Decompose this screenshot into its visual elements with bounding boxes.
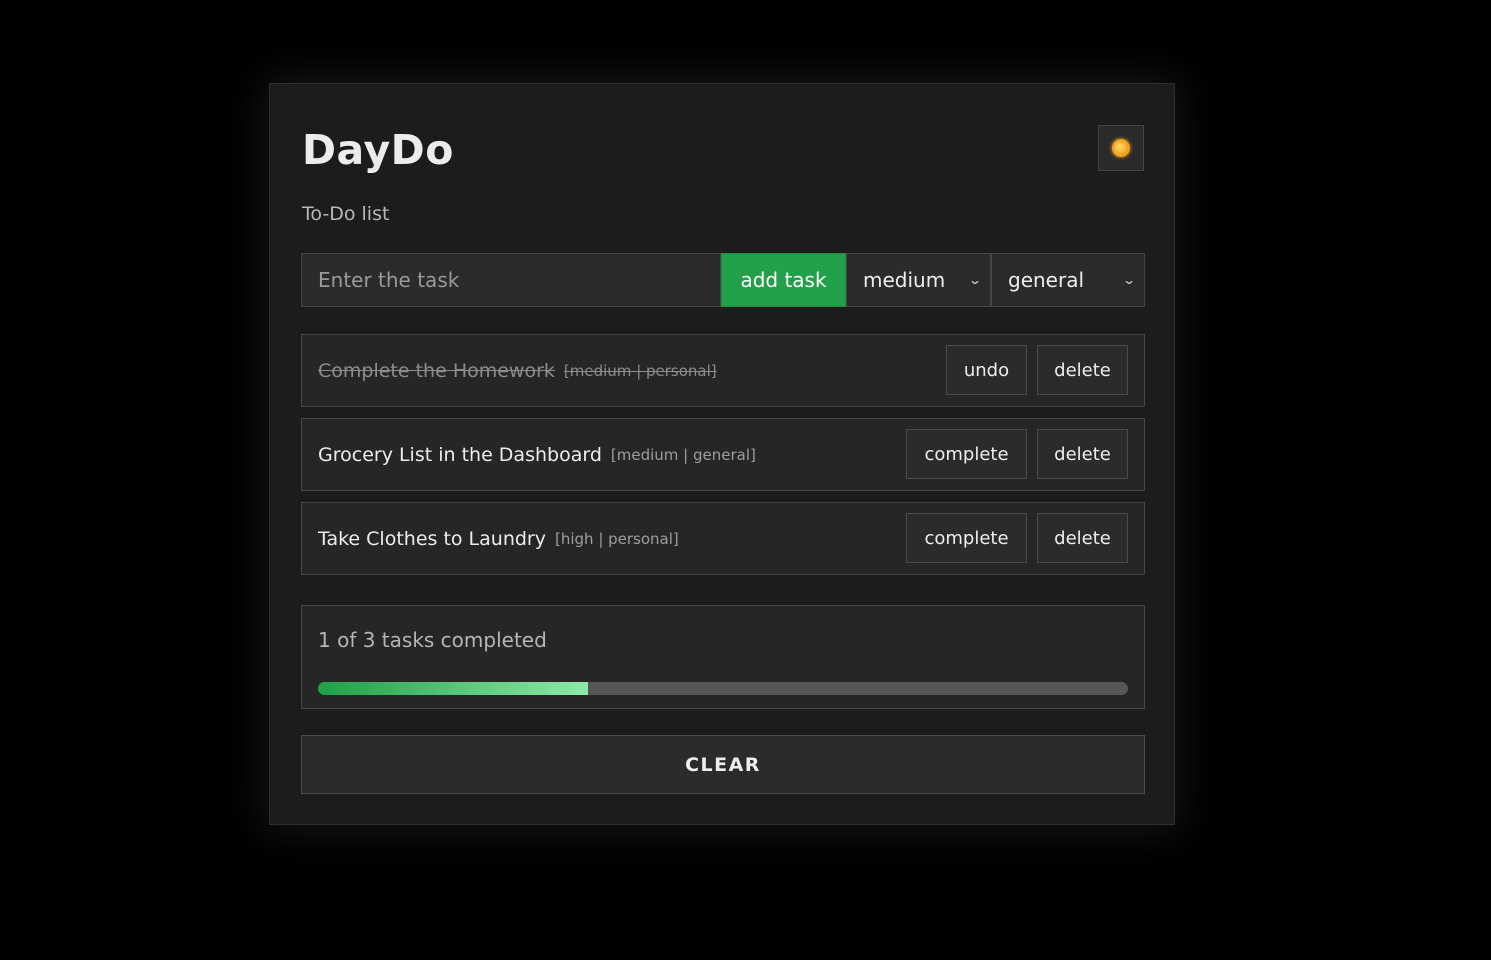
task-meta: [medium | general] <box>610 445 756 464</box>
task-text: Take Clothes to Laundry <box>318 527 546 550</box>
task-actions: complete delete <box>906 429 1128 479</box>
chevron-down-icon: ⌄ <box>967 273 983 287</box>
task-actions: complete delete <box>906 513 1128 563</box>
progress-text: 1 of 3 tasks completed <box>318 628 547 652</box>
delete-button[interactable]: delete <box>1037 345 1128 395</box>
task-text: Grocery List in the Dashboard <box>318 443 602 466</box>
task-meta: [high | personal] <box>555 529 679 548</box>
delete-button[interactable]: delete <box>1037 429 1128 479</box>
add-task-form: add task medium ⌄ general ⌄ <box>301 253 1145 307</box>
task-item: Complete the Homework [medium | personal… <box>301 334 1145 407</box>
app-title: DayDo <box>302 126 454 174</box>
complete-button[interactable]: complete <box>906 429 1027 479</box>
category-select-value: general <box>1008 268 1085 292</box>
delete-button[interactable]: delete <box>1037 513 1128 563</box>
undo-button[interactable]: undo <box>946 345 1027 395</box>
task-item: Take Clothes to Laundry [high | personal… <box>301 502 1145 575</box>
progress-bar-fill <box>318 682 588 695</box>
progress-panel: 1 of 3 tasks completed <box>301 605 1145 709</box>
progress-bar <box>318 682 1128 695</box>
priority-select-value: medium <box>863 268 946 292</box>
sun-icon <box>1114 141 1128 155</box>
clear-button[interactable]: CLEAR <box>301 735 1145 794</box>
app-subtitle: To-Do list <box>302 203 390 225</box>
task-meta: [medium | personal] <box>563 361 717 380</box>
complete-button[interactable]: complete <box>906 513 1027 563</box>
todo-card: DayDo To-Do list add task medium ⌄ gener… <box>269 83 1175 825</box>
task-actions: undo delete <box>946 345 1128 395</box>
task-item: Grocery List in the Dashboard [medium | … <box>301 418 1145 491</box>
priority-select[interactable]: medium ⌄ <box>846 253 991 307</box>
task-input[interactable] <box>301 253 721 307</box>
category-select[interactable]: general ⌄ <box>991 253 1145 307</box>
add-task-button[interactable]: add task <box>721 253 846 307</box>
chevron-down-icon: ⌄ <box>1121 273 1137 287</box>
theme-toggle-button[interactable] <box>1098 125 1144 171</box>
task-list: Complete the Homework [medium | personal… <box>301 334 1145 586</box>
task-text: Complete the Homework <box>318 359 555 382</box>
